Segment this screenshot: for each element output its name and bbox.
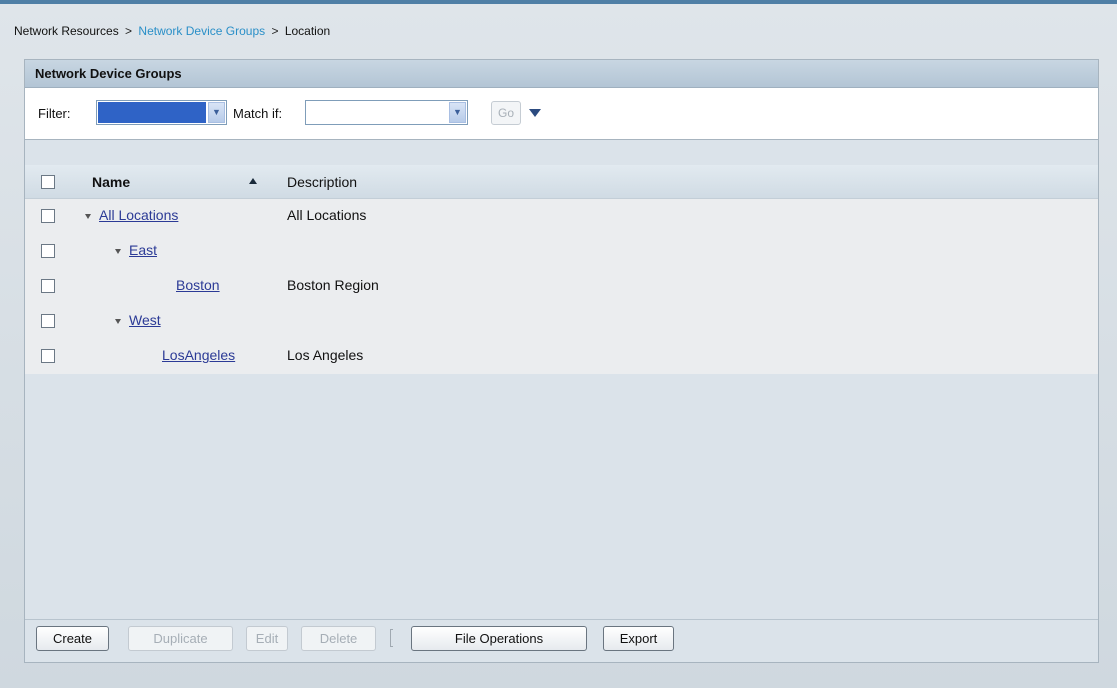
breadcrumb-item-network-resources[interactable]: Network Resources <box>14 24 119 38</box>
match-if-select-value <box>307 102 447 123</box>
filter-select[interactable]: ▼ <box>96 100 227 125</box>
row-description: Los Angeles <box>287 347 364 363</box>
chevron-down-icon[interactable]: ▼ <box>208 102 225 123</box>
column-header-description[interactable]: Description <box>287 174 357 190</box>
chevron-down-icon[interactable]: ▼ <box>449 102 466 123</box>
table-header: Name Description <box>25 165 1098 199</box>
filter-label: Filter: <box>38 106 71 121</box>
edit-button[interactable]: Edit <box>246 626 288 651</box>
table-body: All Locations All Locations East Boston <box>25 199 1098 374</box>
expand-collapse-icon[interactable] <box>115 318 121 324</box>
row-checkbox[interactable] <box>41 349 55 363</box>
breadcrumb-separator: > <box>271 24 279 38</box>
group-link[interactable]: Boston <box>176 277 220 293</box>
tree-node: East <box>115 242 157 258</box>
expand-collapse-icon[interactable] <box>115 248 121 254</box>
table-row: West <box>25 304 1098 339</box>
app-window: Network Resources > Network Device Group… <box>0 0 1117 688</box>
filter-select-value <box>98 102 206 123</box>
device-groups-panel: Network Device Groups Filter: ▼ Match if… <box>24 59 1099 663</box>
breadcrumb: Network Resources > Network Device Group… <box>14 24 330 38</box>
breadcrumb-separator: > <box>125 24 133 38</box>
select-all-checkbox[interactable] <box>41 175 55 189</box>
table-row: LosAngeles Los Angeles <box>25 339 1098 374</box>
column-header-name[interactable]: Name <box>92 174 130 190</box>
filter-bar: Filter: ▼ Match if: ▼ Go <box>25 88 1098 140</box>
group-link[interactable]: East <box>129 242 157 258</box>
match-if-label: Match if: <box>233 106 283 121</box>
group-link[interactable]: West <box>129 312 161 328</box>
tree-node: All Locations <box>85 207 178 223</box>
action-toolbar: Create Duplicate Edit Delete File Operat… <box>25 619 1098 659</box>
toolbar-divider <box>390 629 393 647</box>
breadcrumb-item-network-device-groups[interactable]: Network Device Groups <box>138 24 265 38</box>
row-description: All Locations <box>287 207 367 223</box>
tree-node: Boston <box>176 277 220 293</box>
expand-collapse-icon[interactable] <box>85 213 91 219</box>
create-button[interactable]: Create <box>36 626 109 651</box>
table-row: East <box>25 234 1098 269</box>
row-checkbox[interactable] <box>41 279 55 293</box>
tree-node: LosAngeles <box>162 347 235 363</box>
group-link[interactable]: LosAngeles <box>162 347 235 363</box>
filter-options-dropdown-icon[interactable] <box>529 109 541 117</box>
delete-button[interactable]: Delete <box>301 626 376 651</box>
breadcrumb-item-location: Location <box>284 24 331 38</box>
table-row: Boston Boston Region <box>25 269 1098 304</box>
row-description: Boston Region <box>287 277 379 293</box>
row-checkbox[interactable] <box>41 209 55 223</box>
match-if-select[interactable]: ▼ <box>305 100 468 125</box>
export-button[interactable]: Export <box>603 626 674 651</box>
go-button[interactable]: Go <box>491 101 521 125</box>
duplicate-button[interactable]: Duplicate <box>128 626 233 651</box>
row-checkbox[interactable] <box>41 314 55 328</box>
sort-ascending-icon[interactable] <box>249 178 257 184</box>
tree-node: West <box>115 312 161 328</box>
panel-title: Network Device Groups <box>25 60 1098 88</box>
row-checkbox[interactable] <box>41 244 55 258</box>
group-link[interactable]: All Locations <box>99 207 178 223</box>
file-operations-button[interactable]: File Operations <box>411 626 587 651</box>
device-groups-table: Name Description All Locations All Locat… <box>25 165 1098 602</box>
table-row: All Locations All Locations <box>25 199 1098 234</box>
